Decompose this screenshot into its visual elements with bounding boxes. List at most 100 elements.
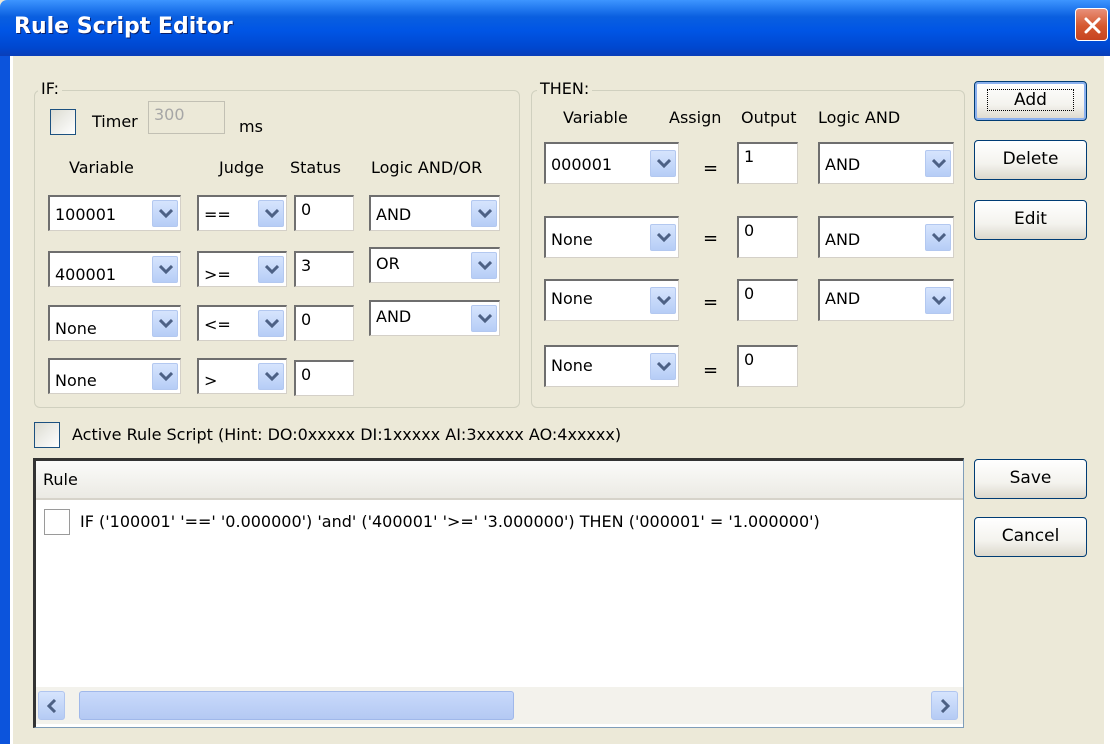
- rule-script-editor-window: Rule Script Editor IF: Timer 300 ms Vari…: [0, 0, 1110, 744]
- close-button[interactable]: [1075, 8, 1108, 41]
- dropdown-button[interactable]: [258, 363, 284, 390]
- chevron-down-icon: [932, 159, 946, 169]
- dropdown-button[interactable]: [258, 256, 284, 283]
- active-rule-label: Active Rule Script (Hint: DO:0xxxxx DI:1…: [72, 425, 622, 444]
- if-row3-logic-combo[interactable]: AND: [369, 300, 500, 336]
- then-row3-assign: =: [703, 292, 719, 313]
- then-row1-logic-combo[interactable]: AND: [818, 142, 954, 184]
- save-button[interactable]: Save: [974, 459, 1087, 499]
- chevron-left-icon: [47, 699, 57, 713]
- if-variable-header: Variable: [69, 158, 134, 177]
- if-row1-judge-combo[interactable]: ==: [197, 195, 287, 231]
- then-legend: THEN:: [537, 80, 593, 98]
- combo-value: AND: [825, 289, 861, 308]
- if-judge-header: Judge: [219, 158, 265, 177]
- if-row2-variable-combo[interactable]: 400001: [48, 251, 181, 287]
- add-button-label: Add: [987, 89, 1074, 111]
- combo-value: OR: [376, 254, 400, 273]
- if-row1-status-input[interactable]: 0: [294, 195, 354, 231]
- list-item[interactable]: IF ('100001' '==' '0.000000') 'and' ('40…: [44, 507, 954, 539]
- cancel-button[interactable]: Cancel: [974, 517, 1087, 557]
- dropdown-button[interactable]: [650, 150, 676, 177]
- window-border-left-inner: [10, 56, 13, 744]
- if-row3-variable-combo[interactable]: None: [48, 305, 181, 341]
- then-assign-header: Assign: [669, 108, 722, 127]
- rule-item-checkbox[interactable]: [44, 509, 70, 535]
- then-row2-assign: =: [703, 228, 719, 249]
- scroll-left-button[interactable]: [38, 691, 65, 720]
- timer-checkbox[interactable]: [50, 109, 76, 135]
- then-row1-output-input[interactable]: 1: [737, 142, 798, 184]
- if-status-header: Status: [290, 158, 341, 177]
- horizontal-scrollbar[interactable]: [36, 687, 963, 724]
- then-row3-variable-combo[interactable]: None: [544, 279, 679, 321]
- if-row2-status-input[interactable]: 3: [294, 251, 354, 287]
- chevron-down-icon: [265, 209, 279, 219]
- dropdown-button[interactable]: [152, 310, 178, 337]
- then-row4-variable-combo[interactable]: None: [544, 345, 679, 387]
- chevron-down-icon: [478, 209, 492, 219]
- scroll-thumb[interactable]: [79, 691, 514, 720]
- delete-button[interactable]: Delete: [974, 140, 1087, 180]
- then-row2-logic-combo[interactable]: AND: [818, 216, 954, 258]
- combo-value: >: [204, 371, 218, 390]
- scroll-right-button[interactable]: [931, 691, 958, 720]
- then-logic-header: Logic AND: [818, 108, 901, 127]
- rule-list[interactable]: Rule IF ('100001' '==' '0.000000') 'and'…: [33, 458, 964, 728]
- dropdown-button[interactable]: [471, 305, 497, 332]
- add-button[interactable]: Add: [974, 81, 1087, 121]
- dropdown-button[interactable]: [471, 252, 497, 279]
- if-row1-variable-combo[interactable]: 100001: [48, 195, 181, 231]
- window-border-right: [1104, 56, 1110, 744]
- chevron-right-icon: [940, 699, 950, 713]
- chevron-down-icon: [159, 372, 173, 382]
- edit-button[interactable]: Edit: [974, 200, 1087, 240]
- dropdown-button[interactable]: [650, 287, 676, 314]
- then-row4-output-input[interactable]: 0: [737, 345, 798, 387]
- if-row3-judge-combo[interactable]: <=: [197, 305, 287, 341]
- combo-value: ==: [204, 205, 231, 224]
- dropdown-button[interactable]: [650, 353, 676, 380]
- if-row2-judge-combo[interactable]: >=: [197, 251, 287, 287]
- chevron-down-icon: [657, 296, 671, 306]
- then-row2-output-input[interactable]: 0: [737, 216, 798, 258]
- active-rule-checkbox[interactable]: [34, 422, 60, 448]
- if-row4-status-input[interactable]: 0: [294, 360, 354, 396]
- dropdown-button[interactable]: [925, 150, 951, 177]
- then-row4-assign: =: [703, 360, 719, 381]
- dropdown-button[interactable]: [471, 200, 497, 227]
- then-row3-logic-combo[interactable]: AND: [818, 279, 954, 321]
- rule-item-text: IF ('100001' '==' '0.000000') 'and' ('40…: [80, 512, 820, 531]
- if-logic-header: Logic AND/OR: [371, 158, 483, 177]
- chevron-down-icon: [657, 159, 671, 169]
- dropdown-button[interactable]: [152, 256, 178, 283]
- dropdown-button[interactable]: [152, 200, 178, 227]
- combo-value: 100001: [55, 205, 117, 224]
- combo-value: 000001: [551, 155, 613, 174]
- dropdown-button[interactable]: [650, 224, 676, 251]
- timer-input[interactable]: 300: [148, 101, 225, 134]
- dropdown-button[interactable]: [258, 310, 284, 337]
- dropdown-button[interactable]: [925, 287, 951, 314]
- if-row3-status-input[interactable]: 0: [294, 305, 354, 341]
- then-row3-output-input[interactable]: 0: [737, 279, 798, 321]
- dropdown-button[interactable]: [152, 363, 178, 390]
- timer-unit-label: ms: [239, 117, 263, 136]
- then-row1-variable-combo[interactable]: 000001: [544, 142, 679, 184]
- combo-value: AND: [376, 307, 412, 326]
- then-row2-variable-combo[interactable]: None: [544, 216, 679, 258]
- if-row2-logic-combo[interactable]: OR: [369, 247, 500, 283]
- then-variable-header: Variable: [563, 108, 628, 127]
- if-row1-logic-combo[interactable]: AND: [369, 195, 500, 231]
- dropdown-button[interactable]: [258, 200, 284, 227]
- title-bar[interactable]: Rule Script Editor: [0, 0, 1110, 56]
- dropdown-button[interactable]: [925, 224, 951, 251]
- if-row4-variable-combo[interactable]: None: [48, 358, 181, 394]
- chevron-down-icon: [159, 319, 173, 329]
- chevron-down-icon: [657, 362, 671, 372]
- rule-column-header[interactable]: Rule: [43, 470, 78, 489]
- combo-value: None: [551, 289, 593, 308]
- rule-list-header[interactable]: Rule: [36, 461, 963, 500]
- then-output-header: Output: [741, 108, 797, 127]
- if-row4-judge-combo[interactable]: >: [197, 358, 287, 394]
